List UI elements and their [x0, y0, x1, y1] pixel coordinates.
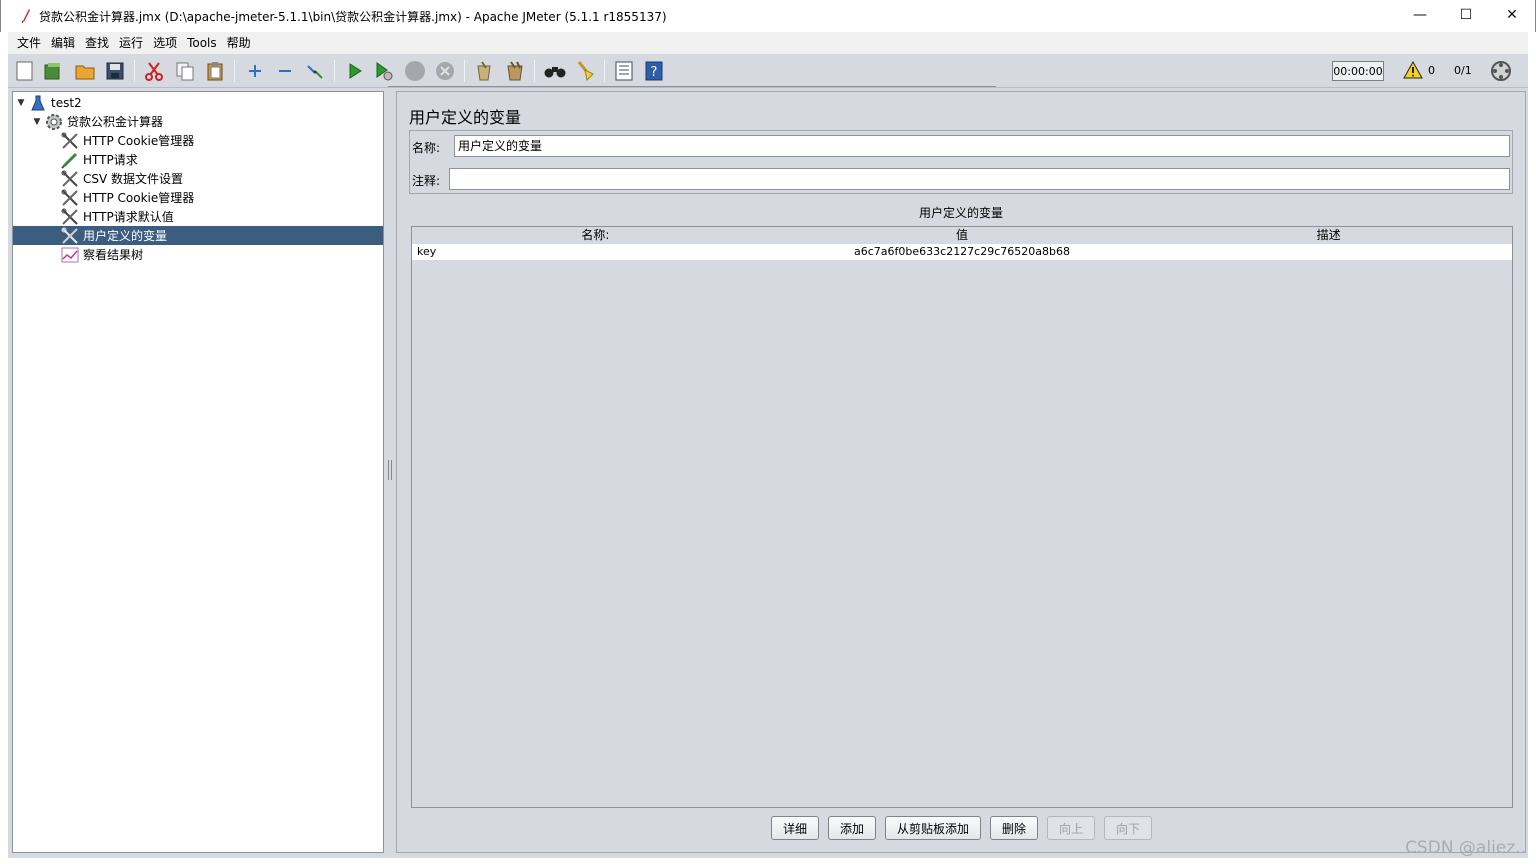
cut-icon[interactable] — [143, 60, 165, 82]
tree-node-test2[interactable]: ▼ test2 — [13, 93, 383, 112]
menu-options[interactable]: 选项 — [148, 33, 182, 53]
move-up-button[interactable]: 向上 — [1047, 816, 1095, 840]
expand-arrow-icon[interactable]: ▼ — [31, 117, 43, 127]
expand-arrow-icon[interactable]: ▼ — [15, 98, 27, 108]
table-header: 名称: 值 描述 — [412, 227, 1512, 244]
clear-all-icon[interactable] — [504, 60, 526, 82]
user-variables-panel: 用户定义的变量 名称: 用户定义的变量 注释: 用户定义的变量 名称: 值 描述… — [396, 91, 1526, 853]
table-buttons: 详细 添加 从剪贴板添加 删除 向上 向下 — [397, 816, 1525, 842]
table-row[interactable]: key a6c7a6f0be633c2127c29c76520a8b68 — [412, 244, 1512, 260]
tree-node-results-tree[interactable]: 察看结果树 — [13, 245, 383, 264]
tree-label: HTTP Cookie管理器 — [83, 191, 195, 205]
tree-label: CSV 数据文件设置 — [83, 172, 184, 186]
tree-node-csv-config[interactable]: CSV 数据文件设置 — [13, 169, 383, 188]
column-header-name[interactable]: 名称: — [412, 227, 779, 244]
stop-icon[interactable] — [404, 60, 426, 82]
tree-node-cookie-manager[interactable]: HTTP Cookie管理器 — [13, 131, 383, 150]
add-from-clipboard-button[interactable]: 从剪贴板添加 — [885, 816, 981, 840]
flask-icon — [29, 94, 47, 112]
help-icon[interactable]: ? — [643, 60, 665, 82]
remote-status-icon — [1490, 60, 1512, 82]
column-header-description[interactable]: 描述 — [1145, 227, 1512, 244]
templates-icon[interactable] — [42, 60, 64, 82]
graph-icon — [61, 246, 79, 264]
table-title: 用户定义的变量 — [918, 206, 1003, 220]
reset-search-icon[interactable] — [574, 60, 596, 82]
split-pane-divider[interactable] — [386, 88, 394, 858]
warning-icon[interactable] — [1402, 59, 1424, 81]
comment-label: 注释: — [412, 174, 441, 188]
tree-label-test2: test2 — [51, 95, 82, 110]
save-icon[interactable] — [104, 60, 126, 82]
tree-label: HTTP请求默认值 — [83, 210, 174, 224]
wrench-icon — [61, 227, 79, 245]
shutdown-icon[interactable] — [434, 60, 456, 82]
menu-tools[interactable]: Tools — [182, 33, 222, 53]
tree-node-http-defaults[interactable]: HTTP请求默认值 — [13, 207, 383, 226]
title-bar: 贷款公积金计算器.jmx (D:\apache-jmeter-5.1.1\bin… — [0, 0, 1536, 32]
name-label: 名称: — [412, 141, 441, 155]
menu-edit[interactable]: 编辑 — [46, 33, 80, 53]
name-field[interactable]: 用户定义的变量 — [454, 135, 1510, 157]
menu-file[interactable]: 文件 — [8, 33, 46, 53]
menu-run[interactable]: 运行 — [114, 33, 148, 53]
menu-help[interactable]: 帮助 — [222, 33, 256, 53]
pipette-icon — [61, 151, 79, 169]
test-plan-tree: ▼ test2 ▼ 贷款公积金计算器 HTTP Cookie管理器 HTTP请求 — [12, 91, 384, 853]
wrench-icon — [61, 208, 79, 226]
toggle-icon[interactable] — [304, 60, 326, 82]
tree-node-user-variables[interactable]: 用户定义的变量 — [13, 226, 383, 245]
comment-field[interactable] — [449, 168, 1510, 190]
expand-icon[interactable] — [244, 60, 266, 82]
new-icon[interactable] — [14, 60, 36, 82]
tree-node-cookie-manager-2[interactable]: HTTP Cookie管理器 — [13, 188, 383, 207]
toolbar: ? 00:00:00 0 0/1 — [8, 54, 1528, 88]
jmeter-feather-icon — [19, 8, 33, 24]
window-title: 贷款公积金计算器.jmx (D:\apache-jmeter-5.1.1\bin… — [39, 9, 667, 24]
paste-icon[interactable] — [204, 60, 226, 82]
delete-button[interactable]: 删除 — [990, 816, 1038, 840]
start-no-pause-icon[interactable] — [373, 60, 395, 82]
function-helper-icon[interactable] — [613, 60, 635, 82]
menu-bar: 文件 编辑 查找 运行 选项 Tools 帮助 — [8, 32, 1528, 54]
open-icon[interactable] — [74, 60, 96, 82]
minimize-button[interactable]: — — [1397, 0, 1443, 30]
variables-table: 名称: 值 描述 key a6c7a6f0be633c2127c29c76520… — [411, 226, 1513, 808]
clear-icon[interactable] — [473, 60, 495, 82]
maximize-button[interactable]: ☐ — [1443, 0, 1489, 30]
collapse-icon[interactable] — [274, 60, 296, 82]
wrench-icon — [61, 189, 79, 207]
wrench-icon — [61, 170, 79, 188]
svg-text:?: ? — [651, 65, 658, 80]
panel-title: 用户定义的变量 — [409, 108, 522, 127]
tree-node-plan[interactable]: ▼ 贷款公积金计算器 — [13, 112, 383, 131]
wrench-icon — [61, 132, 79, 150]
copy-icon[interactable] — [174, 60, 196, 82]
tree-label: HTTP请求 — [83, 153, 138, 167]
main-area: ▼ test2 ▼ 贷款公积金计算器 HTTP Cookie管理器 HTTP请求 — [8, 88, 1528, 858]
tree-label: 用户定义的变量 — [83, 229, 168, 243]
menu-search[interactable]: 查找 — [80, 33, 114, 53]
column-header-value[interactable]: 值 — [779, 227, 1146, 244]
close-button[interactable]: ✕ — [1489, 0, 1535, 30]
move-down-button[interactable]: 向下 — [1104, 816, 1152, 840]
gear-icon — [45, 113, 63, 131]
add-button[interactable]: 添加 — [828, 816, 876, 840]
tree-label-plan: 贷款公积金计算器 — [67, 115, 164, 129]
tree-node-http-request[interactable]: HTTP请求 — [13, 150, 383, 169]
warning-count: 0 — [1428, 64, 1435, 77]
cell-description[interactable] — [1145, 244, 1512, 260]
tree-label: 察看结果树 — [83, 248, 144, 262]
search-binoculars-icon[interactable] — [544, 60, 566, 82]
cell-value[interactable]: a6c7a6f0be633c2127c29c76520a8b68 — [779, 244, 1145, 260]
tree-label: HTTP Cookie管理器 — [83, 134, 195, 148]
detail-button[interactable]: 详细 — [771, 816, 819, 840]
elapsed-timer: 00:00:00 — [1332, 61, 1384, 81]
name-comment-form: 名称: 用户定义的变量 注释: — [409, 130, 1513, 194]
start-icon[interactable] — [344, 60, 366, 82]
watermark: CSDN @aliez.. — [1405, 838, 1526, 858]
active-threads: 0/1 — [1454, 64, 1472, 77]
cell-name[interactable]: key — [412, 244, 779, 260]
